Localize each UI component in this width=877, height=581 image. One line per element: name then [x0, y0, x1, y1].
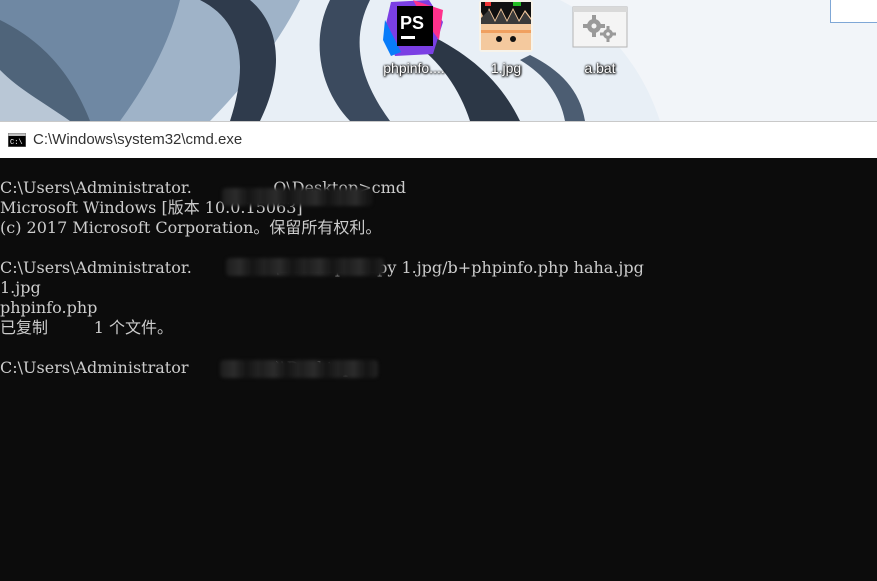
window-title: C:\Windows\system32\cmd.exe	[33, 131, 243, 148]
console-line: 1.jpg	[0, 278, 41, 297]
desktop-icon-label: 1.jpg	[490, 60, 522, 76]
desktop-icon-1-jpg[interactable]: 1.jpg	[466, 0, 546, 100]
redacted-username	[222, 188, 372, 206]
desktop-icon-label: a.bat	[584, 60, 616, 76]
console-line: 已复制 1 个文件。	[0, 318, 174, 337]
desktop-icon-phpinfo[interactable]: PS phpinfo....	[374, 0, 454, 100]
console-lines: C:\Users\Administrator. Q\Desktop>cmd Mi…	[0, 178, 644, 378]
desktop-icon-a-bat[interactable]: a.bat	[560, 0, 640, 100]
desktop: PS phpinfo.... 1.jpg a.bat	[0, 0, 877, 121]
phpstorm-icon: PS	[383, 0, 443, 56]
console-line: phpinfo.php	[0, 298, 98, 317]
phpstorm-badge: PS	[400, 13, 424, 33]
jpg-image-icon	[479, 0, 533, 52]
svg-text:C:\: C:\	[10, 139, 23, 147]
redacted-username	[226, 258, 384, 276]
cmd-icon: C:\	[8, 133, 26, 147]
console-line: (c) 2017 Microsoft Corporation。保留所有权利。	[0, 218, 382, 237]
background-window-edge[interactable]	[830, 0, 877, 23]
desktop-icon-label: phpinfo....	[383, 60, 445, 76]
batch-file-gear-icon	[572, 6, 628, 48]
redacted-username	[220, 360, 378, 378]
console-output[interactable]: C:\Users\Administrator. Q\Desktop>cmd Mi…	[0, 158, 877, 581]
console-title-bar[interactable]: C:\ C:\Windows\system32\cmd.exe	[0, 121, 877, 158]
